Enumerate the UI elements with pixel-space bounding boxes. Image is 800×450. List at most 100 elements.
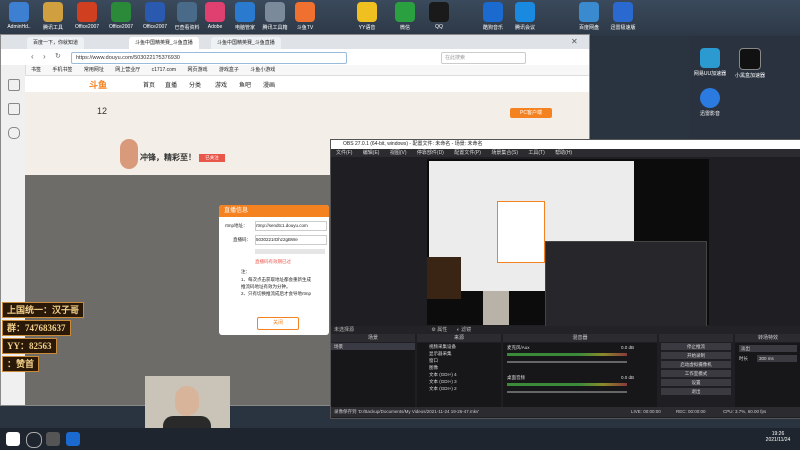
menu-docks[interactable]: 停靠部件(D) bbox=[417, 150, 444, 156]
filters-button[interactable]: 滤镜 bbox=[461, 327, 471, 333]
cart-icon[interactable] bbox=[8, 103, 20, 115]
refresh-icon[interactable]: ↻ bbox=[55, 52, 61, 60]
bookmark-item[interactable]: 常用网址 bbox=[84, 67, 104, 73]
bookmark-item[interactable]: 游戏盒子 bbox=[219, 67, 239, 73]
code-field[interactable]: 5030221rDhz2gBWe bbox=[255, 235, 327, 245]
overlay-qq-group: 群：747683637 bbox=[2, 320, 71, 336]
menu-file[interactable]: 文件(F) bbox=[336, 150, 352, 156]
tab-douyu-2[interactable]: 斗鱼中国精英赛_斗鱼直播 bbox=[211, 37, 281, 49]
settings-button[interactable]: 设置 bbox=[661, 379, 731, 386]
desktop-icon[interactable]: YY语音 bbox=[348, 2, 386, 31]
menu-help[interactable]: 帮助(H) bbox=[555, 150, 572, 156]
desktop-icon[interactable]: 腾讯会议 bbox=[506, 2, 544, 31]
note-line: 2、只有切换推流成后才会导地rtmp bbox=[241, 291, 312, 296]
nav-yuba[interactable]: 鱼吧 bbox=[239, 80, 251, 89]
browser-task-icon[interactable] bbox=[66, 432, 80, 446]
app-icon bbox=[613, 2, 633, 22]
home-icon[interactable] bbox=[8, 79, 20, 91]
source-item[interactable]: 图像 bbox=[417, 364, 501, 371]
source-item[interactable]: 文本 (GDI+) 2 bbox=[417, 385, 501, 392]
desktop-icon[interactable]: AdminHd.. bbox=[0, 2, 38, 30]
forward-icon[interactable]: › bbox=[43, 52, 46, 61]
close-icon[interactable]: ✕ bbox=[571, 37, 578, 46]
source-item[interactable]: 窗口 bbox=[417, 357, 501, 364]
windows-start-icon[interactable] bbox=[6, 432, 20, 446]
virtual-cam-button[interactable]: 启动虚拟摄像机 bbox=[661, 361, 731, 368]
source-item[interactable]: 文本 (GDI+) 4 bbox=[417, 371, 501, 378]
panel-sources-header: 来源 bbox=[417, 334, 501, 342]
desktop-icon[interactable]: 百度网盘 bbox=[570, 2, 608, 31]
preview-overlay-capture bbox=[427, 257, 461, 299]
desktop-icon[interactable]: 迅雷极速版 bbox=[604, 2, 642, 31]
pc-client-button[interactable]: PC客户端 bbox=[510, 108, 552, 118]
taskbar: 19:26 2021/11/24 bbox=[0, 428, 800, 450]
desktop-icon-xunlei[interactable]: 迅雷影音 bbox=[690, 88, 730, 117]
filter-icon[interactable]: ◐ bbox=[457, 327, 460, 333]
panel-transition-header: 转场特效 bbox=[735, 334, 800, 342]
studio-mode-button[interactable]: 工作室模式 bbox=[661, 370, 731, 377]
stop-stream-button[interactable]: 停止推流 bbox=[661, 343, 731, 350]
back-icon[interactable]: ‹ bbox=[31, 52, 34, 61]
source-item[interactable]: 视频采集设备 bbox=[417, 343, 501, 350]
desktop-icon[interactable]: QQ bbox=[420, 2, 458, 30]
rtmp-field[interactable]: rtmp://sendtc1.douyu.com bbox=[255, 221, 327, 231]
bookmark-item[interactable]: c1717.com bbox=[152, 67, 176, 73]
desktop-icon-label: 斗鱼TV bbox=[296, 25, 314, 31]
desktop-volume-slider[interactable] bbox=[507, 391, 627, 393]
scene-item[interactable]: 场景 bbox=[331, 343, 415, 350]
bookmark-item[interactable]: 斗鱼小游戏 bbox=[250, 67, 275, 73]
bookmark-item[interactable]: 网页游戏 bbox=[187, 67, 207, 73]
desktop-icon-label: QQ bbox=[435, 24, 443, 30]
menu-profile[interactable]: 配置文件(P) bbox=[454, 150, 481, 156]
note-line: 1、每次点击获取地址都会重新生成 bbox=[241, 277, 312, 282]
tab-baidu[interactable]: 百度一下，你就知道 bbox=[27, 37, 85, 49]
preview-dialog-capture bbox=[497, 201, 545, 263]
desktop-icon-heihe[interactable]: 小黑盒加速器 bbox=[730, 48, 770, 79]
bookmark-item[interactable]: 网上营业厅 bbox=[115, 67, 140, 73]
menu-scenes[interactable]: 场景集合(S) bbox=[491, 150, 518, 156]
exit-button[interactable]: 退出 bbox=[661, 388, 731, 395]
desktop-icon[interactable]: Office2007 bbox=[68, 2, 106, 30]
properties-button[interactable]: 属性 bbox=[437, 327, 447, 333]
nav-game[interactable]: 游戏 bbox=[215, 80, 227, 89]
app-icon bbox=[357, 2, 377, 22]
bookmark-item[interactable]: 手机书签 bbox=[52, 67, 72, 73]
menu-view[interactable]: 视图(V) bbox=[390, 150, 407, 156]
desktop-icon[interactable]: 微信 bbox=[386, 2, 424, 31]
desktop-icon[interactable]: 斗鱼TV bbox=[286, 2, 324, 31]
nav-category[interactable]: 分类 bbox=[189, 80, 201, 89]
address-bar: ‹ › ↻ https://www.douyu.com/5030221?5376… bbox=[1, 49, 589, 66]
status-live: LIVE: 00:00:00 bbox=[631, 409, 661, 414]
gear-icon[interactable]: ⚙ bbox=[431, 327, 435, 333]
menu-tools[interactable]: 工具(T) bbox=[528, 150, 544, 156]
url-input[interactable]: https://www.douyu.com/5030221?5376930 bbox=[71, 52, 347, 64]
source-item[interactable]: 文本 (GDI+) 3 bbox=[417, 378, 501, 385]
menu-edit[interactable]: 编辑(E) bbox=[363, 150, 380, 156]
nav-live[interactable]: 直播 bbox=[165, 80, 177, 89]
obs-preview[interactable] bbox=[427, 159, 709, 327]
nav-comic[interactable]: 漫画 bbox=[263, 80, 275, 89]
desktop-icon-label: 电脑管家 bbox=[234, 25, 255, 31]
note-line: 推流码地址有效为分钟。 bbox=[241, 284, 291, 289]
close-button[interactable]: 关闭 bbox=[257, 317, 299, 330]
desktop-icon-label: 百度网盘 bbox=[578, 25, 599, 31]
app-icon bbox=[429, 2, 449, 22]
nav-home[interactable]: 首页 bbox=[143, 80, 155, 89]
tab-douyu[interactable]: 斗鱼中国精英赛_斗鱼直播 bbox=[129, 37, 199, 49]
duration-field[interactable]: 300 ms bbox=[757, 355, 797, 362]
mic-volume-slider[interactable] bbox=[507, 361, 627, 363]
desktop-icon[interactable]: Office2007 bbox=[102, 2, 140, 30]
panel-controls-header bbox=[659, 334, 733, 342]
start-record-button[interactable]: 开始录制 bbox=[661, 352, 731, 359]
follow-button[interactable]: 已关注 bbox=[199, 154, 225, 162]
search-icon[interactable] bbox=[26, 432, 42, 448]
user-icon[interactable] bbox=[8, 127, 20, 139]
desktop-icon[interactable]: 腾讯工具 bbox=[34, 2, 72, 31]
bookmark-item[interactable]: 书签 bbox=[31, 67, 41, 73]
clock[interactable]: 19:26 2021/11/24 bbox=[758, 431, 798, 443]
taskview-icon[interactable] bbox=[46, 432, 60, 446]
transition-select[interactable]: 淡出 bbox=[739, 345, 797, 352]
source-item[interactable]: 显示器采集 bbox=[417, 350, 501, 357]
search-input[interactable]: 在此搜索 bbox=[441, 52, 526, 64]
desktop-icon-uu[interactable]: 网易UU加速器 bbox=[690, 48, 730, 77]
